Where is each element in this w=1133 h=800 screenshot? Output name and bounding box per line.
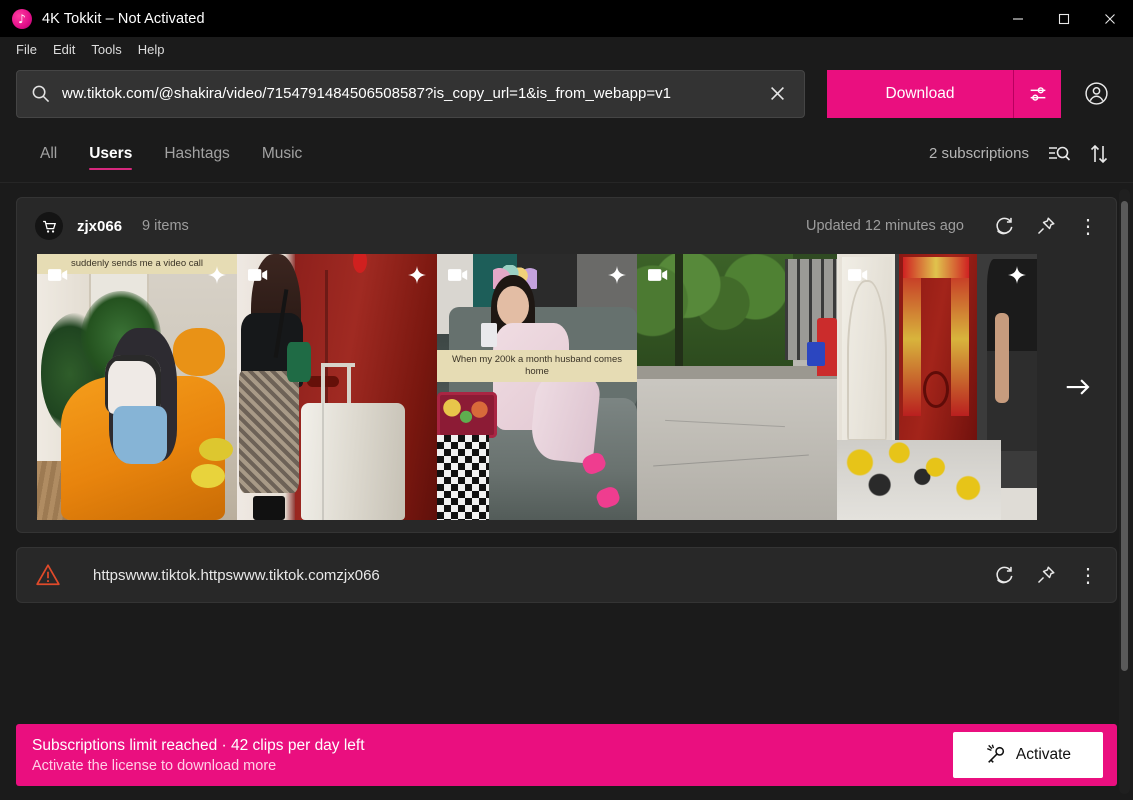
menu-item-tools[interactable]: Tools bbox=[83, 39, 129, 60]
key-icon bbox=[986, 744, 1005, 763]
sparkle-icon bbox=[208, 266, 226, 284]
download-button[interactable]: Download bbox=[827, 69, 1013, 118]
banner-texts: Subscriptions limit reached · 42 clips p… bbox=[32, 737, 365, 774]
banner-subtitle: Activate the license to download more bbox=[32, 757, 277, 774]
activate-button-label: Activate bbox=[1015, 746, 1072, 763]
account-icon bbox=[1084, 82, 1108, 105]
pin-button[interactable] bbox=[1028, 557, 1064, 593]
filter-search-button[interactable] bbox=[1041, 136, 1077, 172]
sparkle-icon bbox=[408, 266, 426, 284]
content-area: zjx066 9 items Updated 12 minutes ago ⋮ … bbox=[0, 183, 1133, 800]
sliders-icon bbox=[1030, 86, 1045, 101]
window-controls bbox=[995, 0, 1133, 37]
subscription-username[interactable]: zjx066 bbox=[77, 218, 122, 235]
cart-icon bbox=[42, 220, 56, 233]
tabs-bar: All Users Hashtags Music 2 subscriptions bbox=[0, 125, 1133, 183]
sparkle-icon bbox=[608, 266, 626, 284]
thumbnail-caption: When my 200k a month husband comes home bbox=[437, 349, 637, 382]
tabs-right-controls: 2 subscriptions bbox=[929, 136, 1117, 172]
subscription-header: zjx066 9 items Updated 12 minutes ago ⋮ bbox=[17, 198, 1116, 254]
error-row-actions: ⋮ bbox=[986, 557, 1106, 593]
refresh-button[interactable] bbox=[986, 557, 1022, 593]
app-logo-icon: ♪ bbox=[12, 8, 32, 29]
app-window: ♪ 4K Tokkit – Not Activated File Edit To… bbox=[0, 0, 1133, 800]
close-button[interactable] bbox=[1087, 0, 1133, 37]
maximize-icon bbox=[1058, 13, 1070, 24]
thumbnail-image bbox=[437, 254, 637, 520]
sort-arrows-icon bbox=[1090, 144, 1108, 163]
video-icon bbox=[648, 269, 668, 281]
warning-icon bbox=[35, 562, 61, 588]
minimize-icon bbox=[1013, 17, 1023, 20]
video-icon bbox=[48, 269, 68, 281]
thumbnail-strip: suddenly sends me a video call When my 2… bbox=[17, 254, 1116, 532]
refresh-icon bbox=[996, 217, 1013, 235]
filter-search-icon bbox=[1049, 146, 1071, 161]
thumbnail-image bbox=[237, 254, 437, 520]
subscription-updated: Updated 12 minutes ago bbox=[806, 218, 964, 234]
subscriptions-count: 2 subscriptions bbox=[928, 145, 1029, 162]
banner-title: Subscriptions limit reached · 42 clips p… bbox=[32, 736, 365, 754]
subscription-more-button[interactable]: ⋮ bbox=[1070, 208, 1106, 244]
window-title: 4K Tokkit – Not Activated bbox=[42, 10, 205, 27]
search-box[interactable]: ww.tiktok.com/@shakira/video/71547914845… bbox=[16, 69, 805, 118]
subscription-actions: Updated 12 minutes ago ⋮ bbox=[806, 208, 1106, 244]
arrow-right-icon bbox=[1066, 379, 1090, 395]
account-button[interactable] bbox=[1079, 77, 1113, 111]
download-settings-button[interactable] bbox=[1013, 69, 1061, 118]
thumbnail-item[interactable]: suddenly sends me a video call bbox=[37, 254, 237, 520]
refresh-icon bbox=[996, 566, 1013, 584]
thumbnail-item[interactable] bbox=[237, 254, 437, 520]
video-icon bbox=[848, 269, 868, 281]
error-url-text: httpswww.tiktok.httpswww.tiktok.comzjx06… bbox=[93, 566, 380, 584]
toolbar: ww.tiktok.com/@shakira/video/71547914845… bbox=[0, 62, 1133, 125]
menu-item-help[interactable]: Help bbox=[130, 39, 173, 60]
video-icon bbox=[448, 269, 468, 281]
scroll-area: zjx066 9 items Updated 12 minutes ago ⋮ … bbox=[16, 197, 1117, 800]
menu-item-file[interactable]: File bbox=[8, 39, 45, 60]
download-group: Download bbox=[827, 69, 1061, 118]
sparkle-icon bbox=[1008, 266, 1026, 284]
thumbnail-item[interactable] bbox=[637, 254, 837, 520]
thumbnail-image bbox=[37, 254, 237, 520]
pin-button[interactable] bbox=[1028, 208, 1064, 244]
tab-music[interactable]: Music bbox=[246, 125, 318, 182]
next-thumbnails-button[interactable] bbox=[1040, 254, 1116, 520]
error-more-button[interactable]: ⋮ bbox=[1070, 557, 1106, 593]
subscription-limit-banner: Subscriptions limit reached · 42 clips p… bbox=[16, 724, 1117, 786]
video-icon bbox=[248, 269, 268, 281]
sort-button[interactable] bbox=[1081, 136, 1117, 172]
close-icon bbox=[770, 87, 784, 100]
menu-bar: File Edit Tools Help bbox=[0, 37, 1133, 62]
subscription-card: zjx066 9 items Updated 12 minutes ago ⋮ … bbox=[16, 197, 1117, 533]
error-row: httpswww.tiktok.httpswww.tiktok.comzjx06… bbox=[16, 547, 1117, 603]
app-logo-glyph: ♪ bbox=[18, 11, 26, 26]
activate-button[interactable]: Activate bbox=[953, 732, 1103, 778]
thumbnail-item[interactable]: When my 200k a month husband comes home bbox=[437, 254, 637, 520]
thumbnail-item[interactable] bbox=[837, 254, 1037, 520]
search-icon bbox=[31, 84, 50, 103]
maximize-button[interactable] bbox=[1041, 0, 1087, 37]
tabs: All Users Hashtags Music bbox=[24, 125, 318, 182]
avatar[interactable] bbox=[35, 212, 63, 240]
tab-hashtags[interactable]: Hashtags bbox=[148, 125, 245, 182]
search-input[interactable]: ww.tiktok.com/@shakira/video/71547914845… bbox=[62, 85, 762, 102]
clear-search-button[interactable] bbox=[762, 79, 792, 109]
minimize-button[interactable] bbox=[995, 0, 1041, 37]
pin-icon bbox=[1037, 566, 1055, 584]
title-bar: ♪ 4K Tokkit – Not Activated bbox=[0, 0, 1133, 37]
pin-icon bbox=[1037, 217, 1055, 235]
vertical-scrollbar[interactable] bbox=[1119, 189, 1130, 794]
tab-users[interactable]: Users bbox=[73, 125, 148, 182]
menu-item-edit[interactable]: Edit bbox=[45, 39, 83, 60]
thumbnail-image bbox=[837, 254, 1037, 520]
scrollbar-thumb[interactable] bbox=[1121, 201, 1128, 671]
close-icon bbox=[1105, 13, 1115, 24]
subscription-item-count: 9 items bbox=[142, 218, 189, 234]
tab-all[interactable]: All bbox=[24, 125, 73, 182]
refresh-button[interactable] bbox=[986, 208, 1022, 244]
thumbnail-image bbox=[637, 254, 837, 520]
